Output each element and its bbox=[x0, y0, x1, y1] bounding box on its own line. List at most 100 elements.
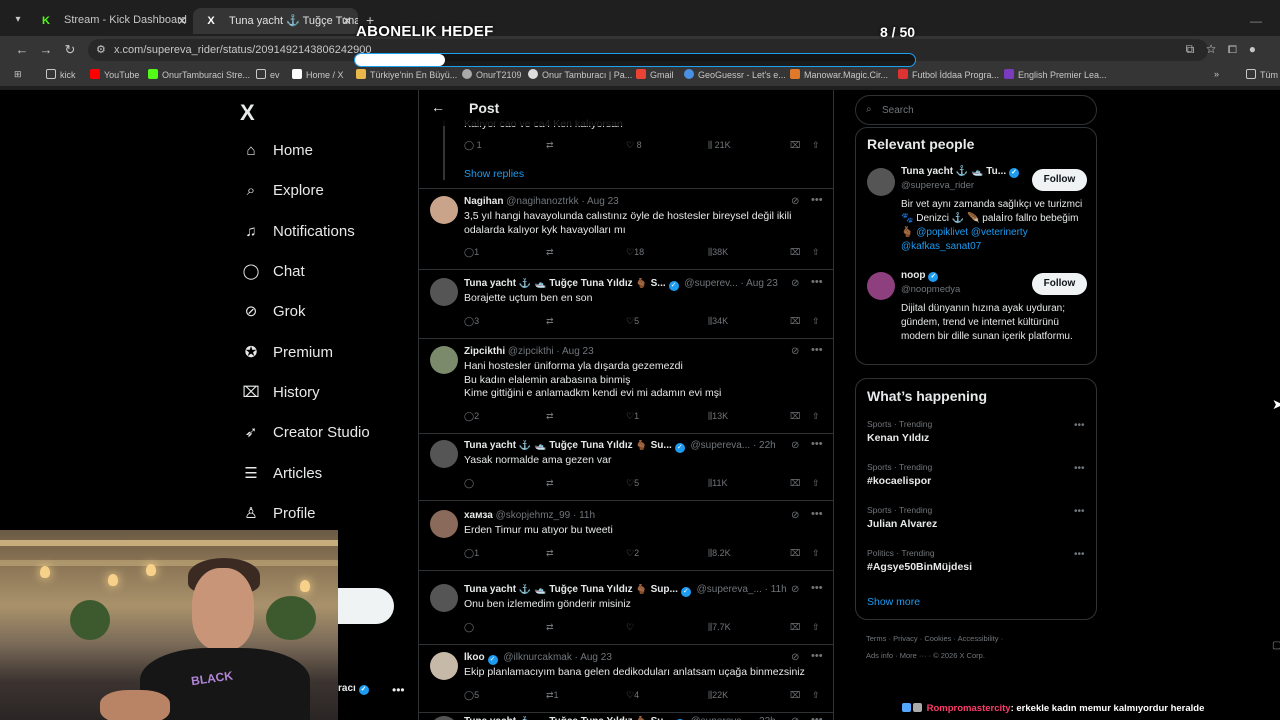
more-options-icon[interactable]: ••• bbox=[811, 714, 823, 720]
grok-icon[interactable]: ⊘ bbox=[791, 584, 799, 595]
account-name[interactable]: racı ✓ bbox=[338, 683, 369, 695]
author-handle[interactable]: @supereva_... bbox=[697, 584, 762, 595]
reply-button[interactable]: ◯ 2 bbox=[464, 411, 479, 422]
nav-item-explore[interactable]: ⌕ Explore bbox=[240, 175, 324, 205]
bookmark-item[interactable]: Türkiye'nin En Büyü... bbox=[356, 69, 457, 80]
reload-icon[interactable]: ↻ bbox=[62, 42, 78, 58]
share-icon[interactable]: ⇧ bbox=[812, 478, 820, 489]
views-button[interactable]: ⫼ 21K bbox=[708, 140, 731, 151]
avatar[interactable] bbox=[430, 440, 458, 468]
more-options-icon[interactable]: ••• bbox=[1074, 506, 1085, 517]
reply-button[interactable]: ◯ 1 bbox=[464, 548, 479, 559]
bookmark-item[interactable]: ev bbox=[256, 69, 280, 80]
share-icon[interactable]: ⇧ bbox=[812, 247, 820, 258]
bookmark-item[interactable]: Onur Tamburacı | Pa... bbox=[528, 69, 632, 80]
author-name[interactable]: Tuna yacht ⚓️ 🛥️ Tuğçe Tuna Yıldız 🫰🏾 Su… bbox=[464, 584, 678, 595]
more-options-icon[interactable]: ••• bbox=[811, 650, 823, 662]
like-button[interactable]: ♡ 18 bbox=[626, 247, 644, 258]
reply-button[interactable]: ◯ 5 bbox=[464, 690, 479, 701]
grok-icon[interactable]: ⊘ bbox=[791, 716, 799, 720]
bookmark-item[interactable]: OnurTamburaci Stre... bbox=[148, 69, 250, 80]
follow-button[interactable]: Follow bbox=[1032, 169, 1087, 191]
bookmark-item[interactable]: Futbol İddaa Progra... bbox=[898, 69, 999, 80]
tweet-time[interactable]: · 11h bbox=[765, 584, 787, 595]
grok-icon[interactable]: ⊘ bbox=[791, 278, 799, 289]
views-button[interactable]: ⫼ 38K bbox=[708, 247, 728, 258]
author-handle[interactable]: @nagihanoztrkk bbox=[506, 196, 578, 207]
repost-button[interactable]: ⇄ bbox=[546, 140, 554, 151]
nav-item-articles[interactable]: ☰ Articles bbox=[240, 458, 322, 488]
views-button[interactable]: ⫼ 7.7K bbox=[708, 622, 731, 633]
like-button[interactable]: ♡ 2 bbox=[626, 548, 639, 559]
more-options-icon[interactable]: ••• bbox=[811, 194, 823, 206]
like-button[interactable]: ♡ 5 bbox=[626, 316, 639, 327]
follow-button[interactable]: Follow bbox=[1032, 273, 1087, 295]
author-handle[interactable]: @zipcikthi bbox=[508, 346, 554, 357]
bookmark-icon[interactable]: ⌧ bbox=[790, 548, 800, 559]
author-handle[interactable]: @ilknurcakmak bbox=[503, 652, 572, 663]
more-options-icon[interactable]: ••• bbox=[811, 582, 823, 594]
back-arrow-icon[interactable]: ← bbox=[14, 42, 30, 57]
nav-item-history[interactable]: ⌧ History bbox=[240, 377, 319, 407]
bookmark-item[interactable]: English Premier Lea... bbox=[1004, 69, 1107, 80]
repost-button[interactable]: ⇄ bbox=[546, 411, 554, 422]
author-name[interactable]: İkoo bbox=[464, 652, 485, 663]
apps-icon[interactable]: ⊞ bbox=[14, 69, 22, 80]
x-logo-icon[interactable]: X bbox=[240, 100, 255, 126]
author-handle[interactable]: @superev... bbox=[684, 278, 737, 289]
reply-button[interactable]: ◯ bbox=[464, 622, 474, 633]
bookmark-item[interactable]: kick bbox=[46, 69, 76, 80]
more-options-icon[interactable]: ••• bbox=[811, 508, 823, 520]
tab-kick-dashboard[interactable]: K Stream - Kick Dashboard ✕ bbox=[28, 8, 193, 34]
show-more-link[interactable]: Show more bbox=[867, 596, 920, 608]
tweet-time[interactable]: · Aug 23 bbox=[741, 278, 778, 289]
nav-item-profile[interactable]: ♙ Profile bbox=[240, 498, 315, 528]
share-icon[interactable]: ⇧ bbox=[812, 411, 820, 422]
views-button[interactable]: ⫼ 11K bbox=[708, 478, 728, 489]
close-tab-icon[interactable]: ✕ bbox=[342, 14, 352, 28]
tweet-time[interactable]: · Aug 23 bbox=[575, 652, 612, 663]
nav-item-chat[interactable]: ◯ Chat bbox=[240, 256, 305, 286]
person-name[interactable]: Tuna yacht ⚓️ 🛥️ Tu... ✓ bbox=[901, 166, 1020, 178]
bookmark-item[interactable]: Home / X bbox=[292, 69, 344, 80]
avatar[interactable] bbox=[867, 168, 895, 196]
repost-button[interactable]: ⇄ bbox=[546, 622, 554, 633]
footer-line[interactable]: Terms · Privacy · Cookies · Accessibilit… bbox=[866, 630, 1096, 647]
like-button[interactable]: ♡ 1 bbox=[626, 411, 639, 422]
avatar[interactable] bbox=[430, 652, 458, 680]
avatar[interactable] bbox=[430, 716, 458, 720]
forward-arrow-icon[interactable]: → bbox=[38, 42, 54, 57]
author-handle[interactable]: @supereva... bbox=[691, 716, 751, 720]
bookmark-item[interactable]: GeoGuessr - Let's e... bbox=[684, 69, 786, 80]
grok-icon[interactable]: ⊘ bbox=[791, 196, 799, 207]
minimize-icon[interactable]: — bbox=[1250, 14, 1262, 28]
repost-button[interactable]: ⇄ bbox=[546, 247, 554, 258]
avatar[interactable] bbox=[430, 346, 458, 374]
like-button[interactable]: ♡ 4 bbox=[626, 690, 639, 701]
search-input[interactable]: ⌕ Search bbox=[855, 95, 1097, 125]
tab-x-post[interactable]: X Tuna yacht ⚓️ Tuğçe Tuna Y ✕ bbox=[193, 8, 358, 34]
bookmark-icon[interactable]: ⌧ bbox=[790, 316, 800, 327]
reply-button[interactable]: ◯ 1 bbox=[464, 140, 482, 151]
bookmark-item[interactable]: Tüm bbox=[1246, 69, 1278, 80]
grok-icon[interactable]: ⊘ bbox=[791, 652, 799, 663]
close-tab-icon[interactable]: ✕ bbox=[177, 14, 187, 28]
bookmark-item[interactable]: OnurT2109 bbox=[462, 69, 522, 80]
share-icon[interactable]: ⇧ bbox=[812, 140, 820, 151]
bookmark-icon[interactable]: ⌧ bbox=[790, 478, 800, 489]
tweet-time[interactable]: · Aug 23 bbox=[556, 346, 593, 357]
more-options-icon[interactable]: ••• bbox=[1074, 463, 1085, 474]
author-name[interactable]: хамза bbox=[464, 510, 493, 521]
nav-item-notifications[interactable]: ♫ Notifications bbox=[240, 216, 354, 246]
person-name[interactable]: noop ✓ bbox=[901, 270, 939, 282]
more-bookmarks-icon[interactable]: » bbox=[1214, 69, 1219, 79]
share-icon[interactable]: ⇧ bbox=[812, 548, 820, 559]
share-icon[interactable]: ⇧ bbox=[812, 316, 820, 327]
author-name[interactable]: Tuna yacht ⚓️ 🛥️ Tuğçe Tuna Yıldız 🫰🏾 S.… bbox=[464, 278, 666, 289]
profile-icon[interactable]: ● bbox=[1249, 42, 1268, 56]
tweet-time[interactable]: · 22h bbox=[753, 716, 776, 720]
tab-search-icon[interactable]: ▾ bbox=[10, 12, 26, 28]
avatar[interactable] bbox=[430, 510, 458, 538]
more-options-icon[interactable]: ••• bbox=[811, 438, 823, 450]
avatar[interactable] bbox=[430, 278, 458, 306]
